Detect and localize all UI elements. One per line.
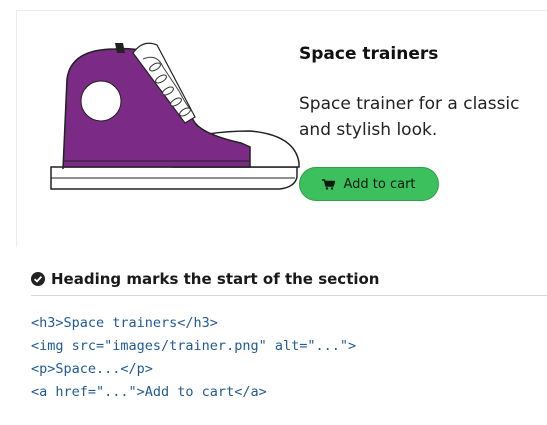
sneaker-illustration: [50, 42, 300, 190]
product-card: Space trainers Space trainer for a class…: [16, 10, 547, 247]
check-heading-text: Heading marks the start of the section: [51, 270, 380, 288]
section-check-heading: Heading marks the start of the section: [31, 270, 379, 288]
code-line: <img src="images/trainer.png" alt="...">: [31, 338, 357, 354]
code-line: <h3>Space trainers</h3>: [31, 315, 218, 331]
add-to-cart-label: Add to cart: [343, 176, 416, 192]
cart-icon: [322, 178, 336, 190]
check-circle-icon: [31, 272, 45, 286]
page: Space trainers Space trainer for a class…: [0, 0, 547, 425]
product-title: Space trainers: [299, 44, 439, 64]
code-snippet: <h3>Space trainers</h3> <img src="images…: [31, 312, 356, 404]
add-to-cart-button[interactable]: Add to cart: [299, 167, 439, 201]
code-line: <p>Space...</p>: [31, 361, 153, 377]
divider: [31, 295, 547, 296]
code-line: <a href="...">Add to cart</a>: [31, 384, 267, 400]
product-description: Space trainer for a classic and stylish …: [299, 94, 520, 140]
